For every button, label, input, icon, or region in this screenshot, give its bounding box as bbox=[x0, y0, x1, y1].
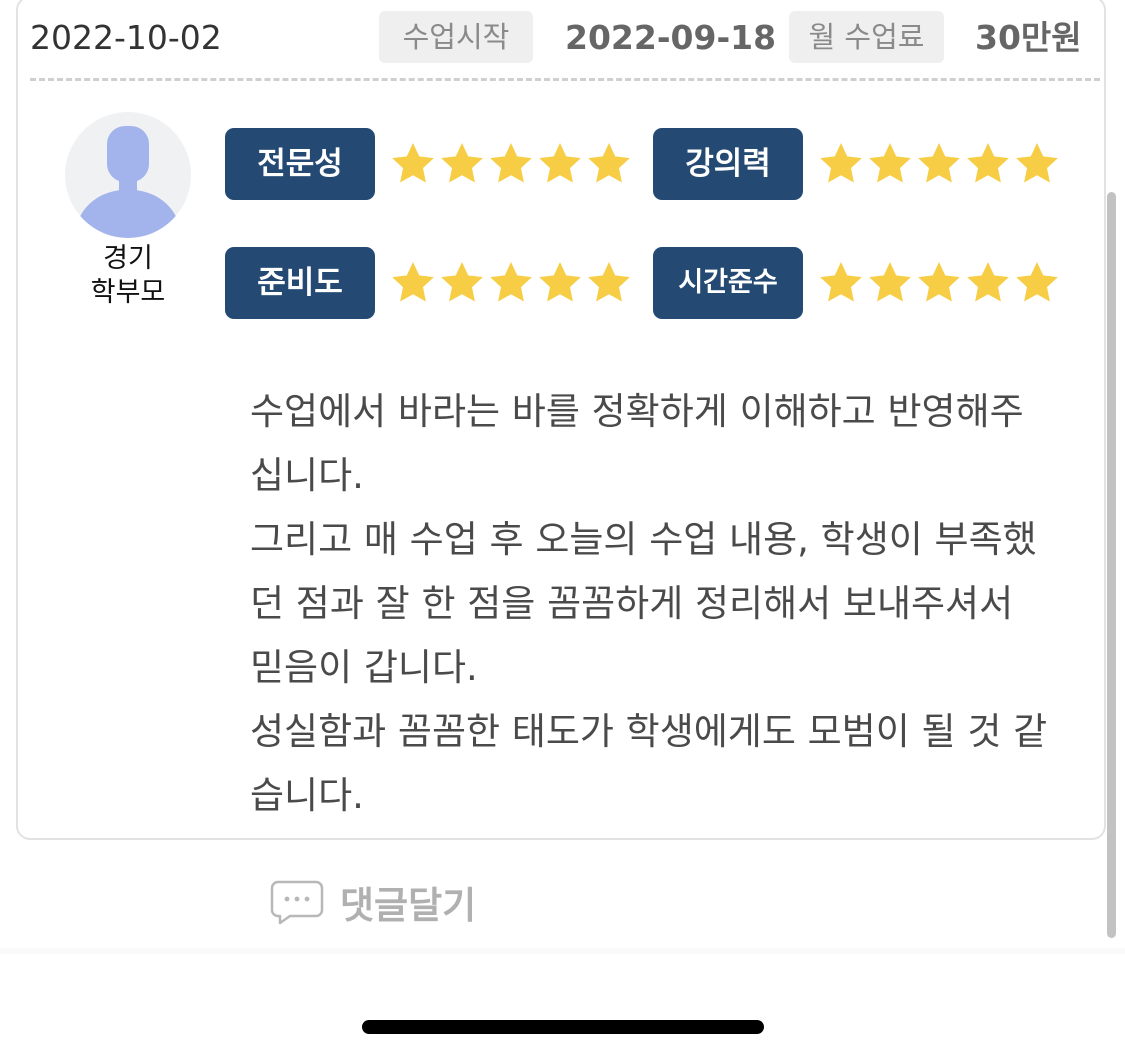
star-icon bbox=[588, 143, 630, 183]
star-icon bbox=[392, 262, 434, 302]
star-icon bbox=[820, 262, 862, 302]
star-icon bbox=[967, 143, 1009, 183]
star-rating bbox=[817, 140, 1062, 188]
review-date: 2022-10-02 bbox=[30, 18, 222, 57]
star-icon bbox=[869, 262, 911, 302]
star-icon bbox=[967, 262, 1009, 302]
rating-preparation: 준비도 bbox=[225, 247, 634, 319]
monthly-fee-label: 월 수업료 bbox=[789, 11, 944, 63]
scrollbar[interactable] bbox=[1107, 192, 1116, 938]
review-meta-row: 2022-10-02 수업시작 2022-09-18 월 수업료 30만원 bbox=[0, 0, 1125, 80]
star-icon bbox=[588, 262, 630, 302]
star-icon bbox=[869, 143, 911, 183]
star-icon bbox=[918, 262, 960, 302]
star-rating bbox=[389, 140, 634, 188]
speech-bubble-icon bbox=[270, 880, 324, 925]
star-rating bbox=[389, 259, 634, 307]
review-paragraph: 성실함과 꼼꼼한 태도가 학생에게도 모범이 될 것 같습니다. bbox=[250, 710, 1048, 817]
star-icon bbox=[490, 143, 532, 183]
star-icon bbox=[539, 262, 581, 302]
review-paragraph: 그리고 매 수업 후 오늘의 수업 내용, 학생이 부족했던 점과 잘 한 점을… bbox=[250, 518, 1037, 689]
rating-label: 강의력 bbox=[653, 128, 803, 200]
star-icon bbox=[441, 143, 483, 183]
add-comment-button[interactable]: 댓글달기 bbox=[270, 872, 476, 932]
rating-label: 전문성 bbox=[225, 128, 375, 200]
rating-label: 준비도 bbox=[225, 247, 375, 319]
star-icon bbox=[1016, 143, 1058, 183]
rating-punctuality: 시간준수 bbox=[653, 247, 1062, 319]
rating-expertise: 전문성 bbox=[225, 128, 634, 200]
star-icon bbox=[539, 143, 581, 183]
add-comment-label: 댓글달기 bbox=[340, 884, 477, 927]
bottom-safe-area bbox=[0, 948, 1125, 1059]
star-icon bbox=[490, 262, 532, 302]
rating-lecture: 강의력 bbox=[653, 128, 1062, 200]
class-start-value: 2022-09-18 bbox=[565, 18, 777, 57]
star-icon bbox=[820, 143, 862, 183]
avatar bbox=[65, 112, 191, 238]
star-rating bbox=[817, 259, 1062, 307]
author-info: 경기 학부모 bbox=[68, 242, 188, 310]
star-icon bbox=[392, 143, 434, 183]
divider bbox=[30, 78, 1100, 81]
user-silhouette-icon bbox=[75, 126, 181, 238]
monthly-fee-value: 30만원 bbox=[975, 18, 1082, 57]
class-start-label: 수업시작 bbox=[379, 11, 533, 63]
star-icon bbox=[918, 143, 960, 183]
review-body: 수업에서 바라는 바를 정확하게 이해하고 반영해주십니다. 그리고 매 수업 … bbox=[250, 380, 1050, 828]
author-region: 경기 bbox=[103, 243, 153, 274]
review-paragraph: 수업에서 바라는 바를 정확하게 이해하고 반영해주십니다. bbox=[250, 390, 1024, 497]
star-icon bbox=[1016, 262, 1058, 302]
home-indicator[interactable] bbox=[362, 1020, 764, 1034]
star-icon bbox=[441, 262, 483, 302]
rating-label: 시간준수 bbox=[653, 247, 803, 319]
author-role: 학부모 bbox=[90, 277, 166, 308]
